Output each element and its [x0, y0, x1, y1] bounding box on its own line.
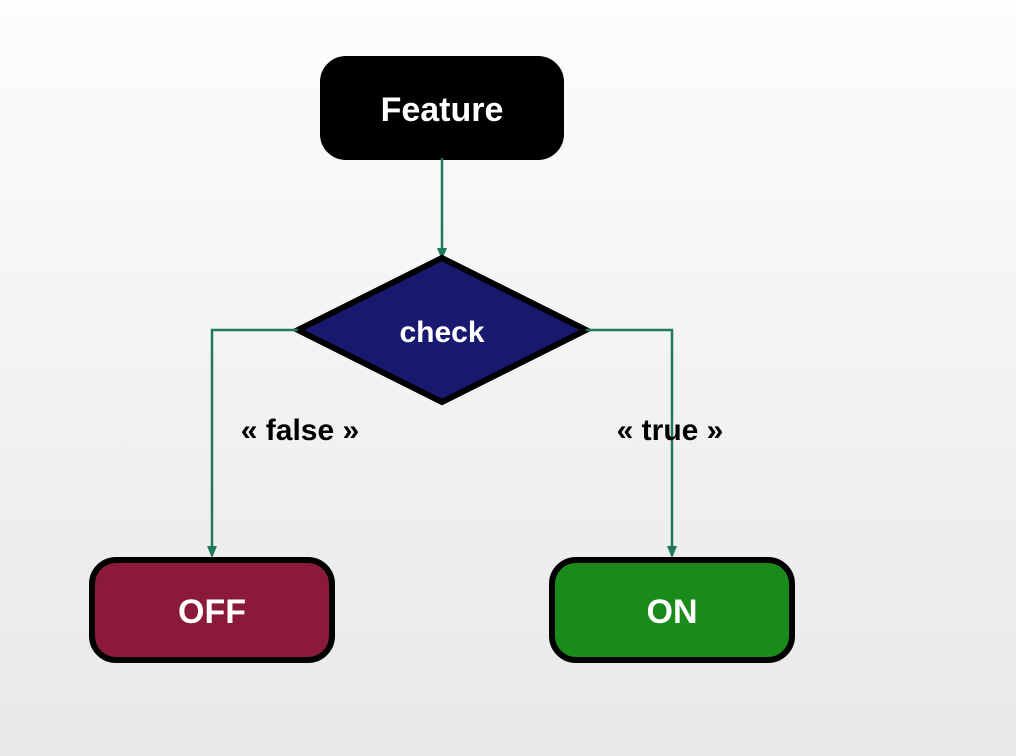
node-feature-label: Feature	[381, 91, 504, 129]
node-off-label: OFF	[178, 593, 246, 631]
edge-label-false: « false »	[241, 414, 359, 447]
node-feature: Feature	[322, 58, 562, 158]
edge-label-true: « true »	[617, 414, 724, 447]
node-on: ON	[552, 560, 792, 660]
flowchart-canvas: Feature check « false » « true » OFF ON	[0, 0, 1016, 756]
node-on-label: ON	[647, 593, 698, 631]
node-off: OFF	[92, 560, 332, 660]
node-check-label: check	[399, 316, 484, 349]
node-check: check	[298, 258, 586, 402]
